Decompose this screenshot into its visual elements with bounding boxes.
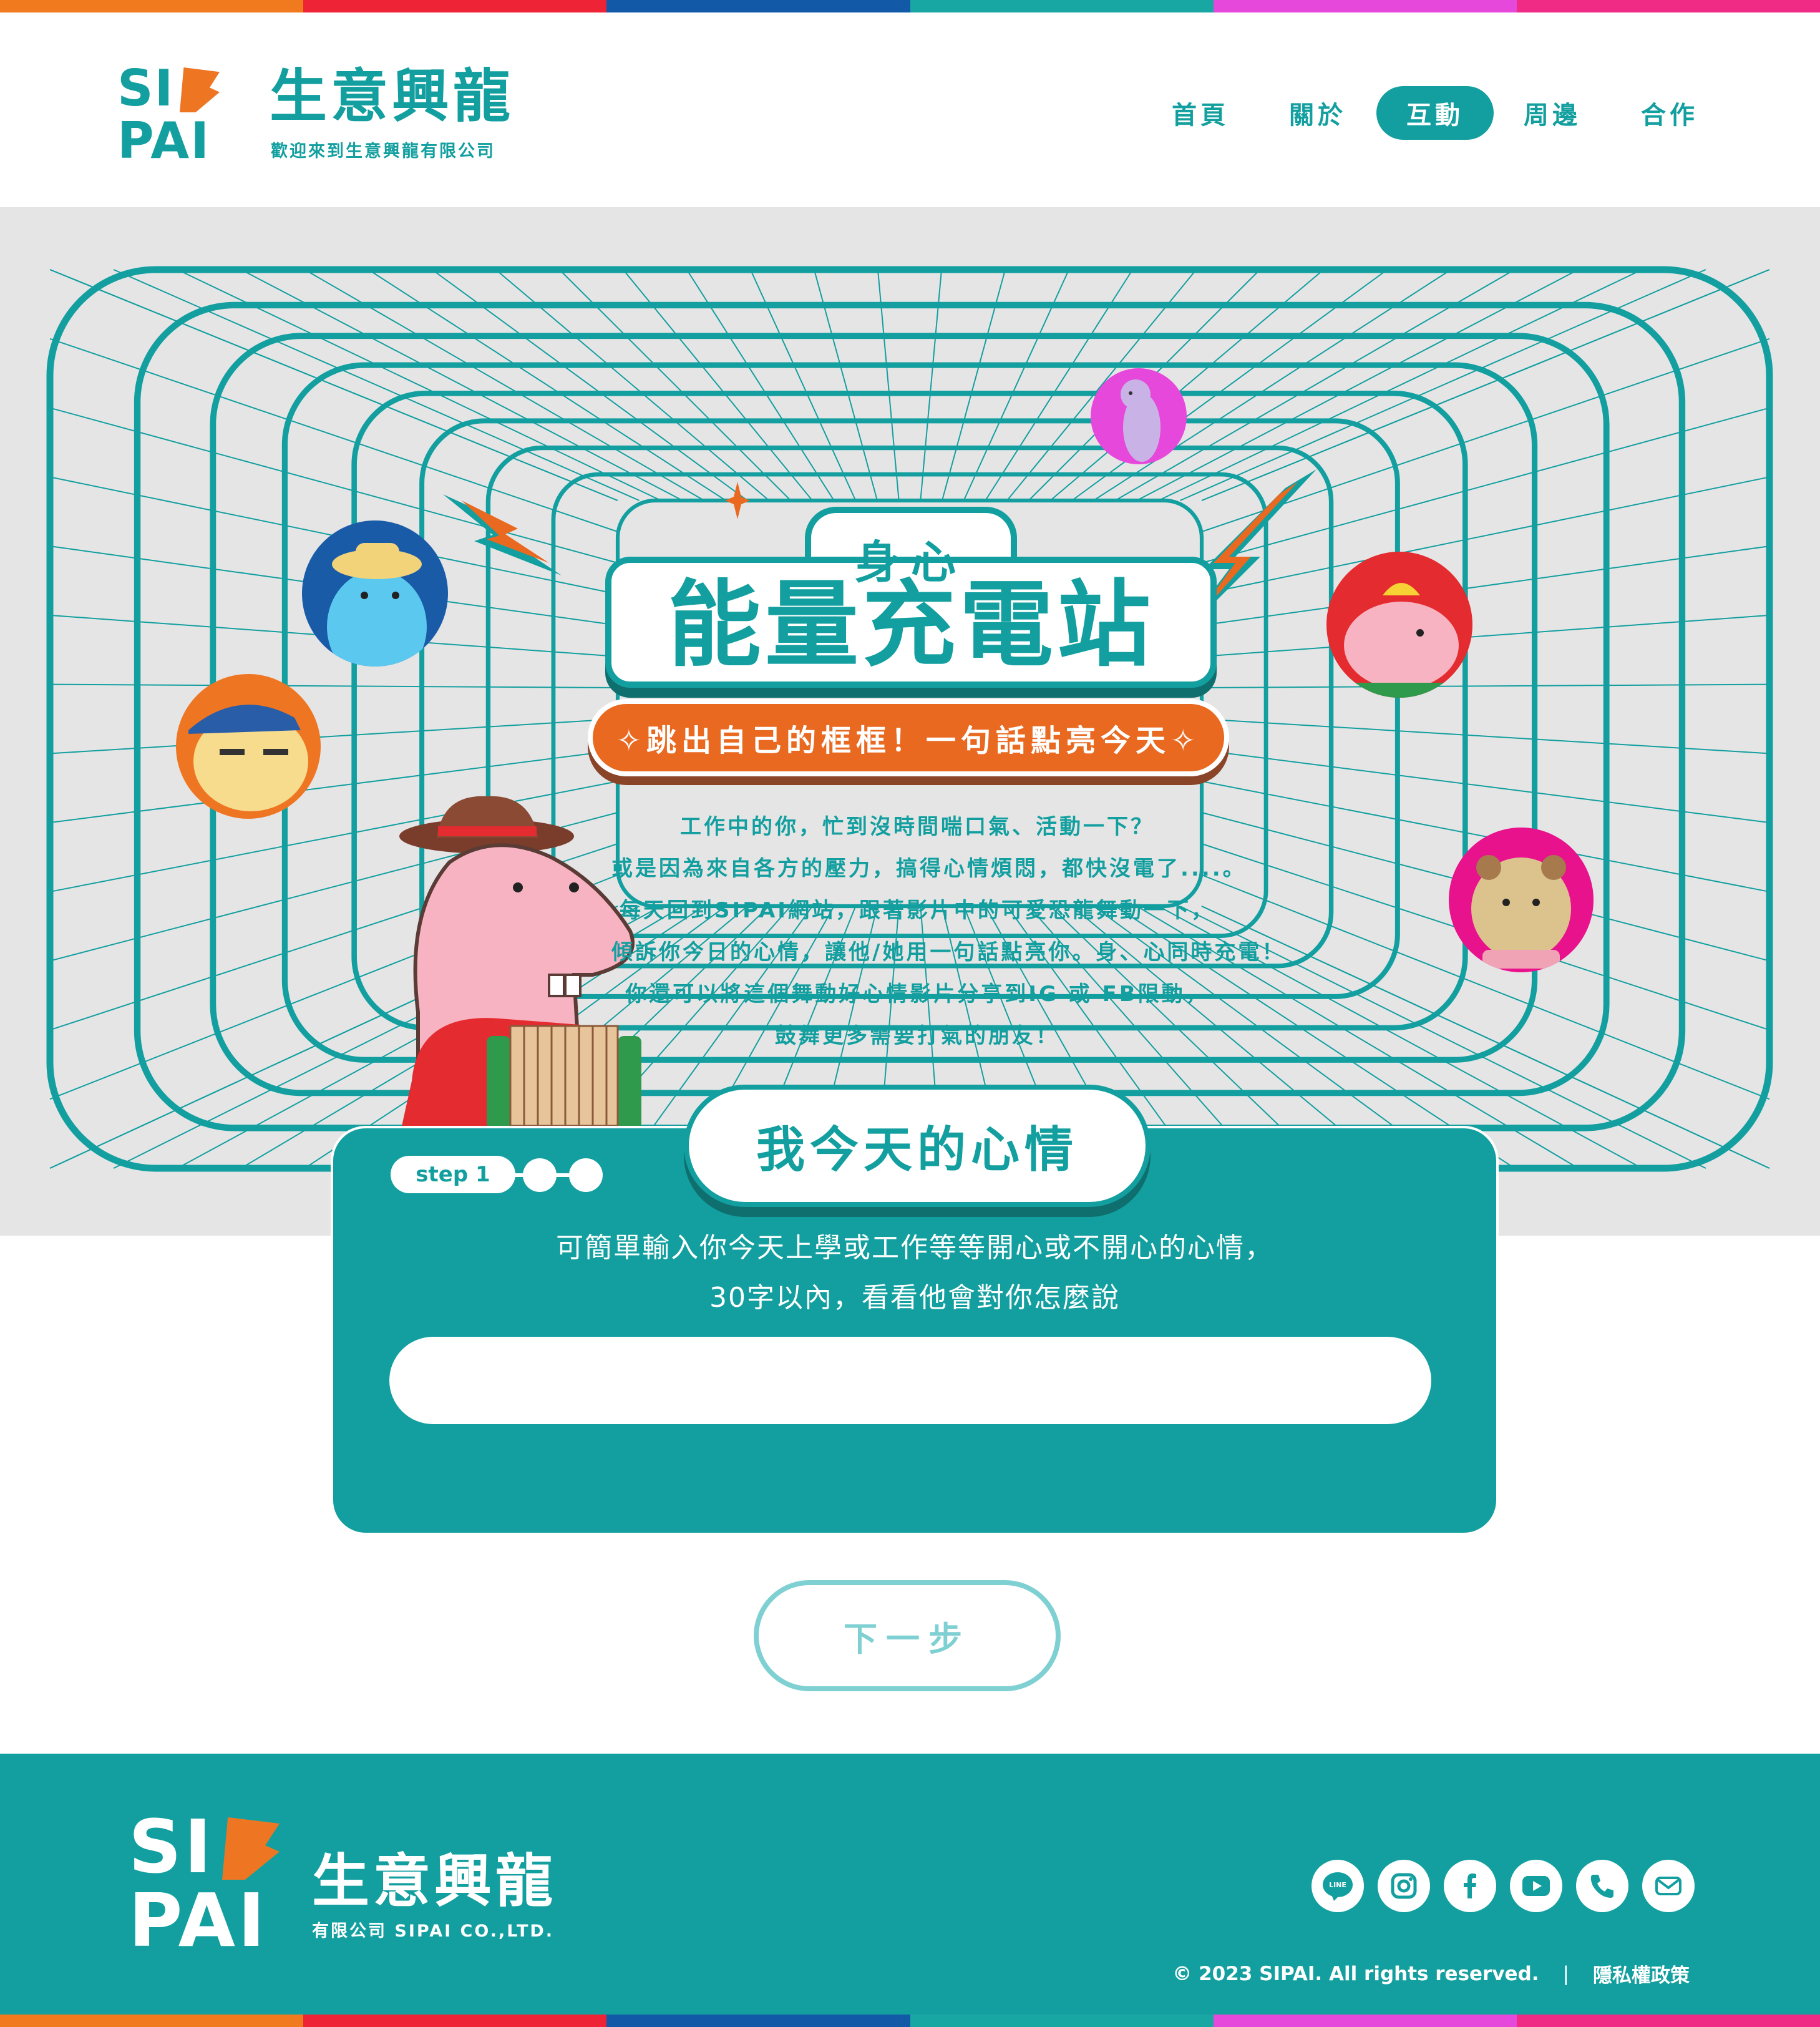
hero-slogan: ✧跳出自己的框框！一句話點亮今天✧	[588, 699, 1229, 776]
avatar-pink-dino	[1326, 552, 1472, 698]
stripe-segment	[303, 2015, 607, 2027]
hero-title-big: 能量充電站	[667, 571, 1154, 680]
main-nav: 首頁 關於 互動 周邊 合作	[1142, 86, 1728, 140]
intro-line: 傾訴你今日的心情，讓他/她用一句話點亮你。身、心同時充電！	[611, 940, 1286, 965]
stripe-segment	[1516, 0, 1820, 12]
stripe-segment	[606, 0, 910, 12]
stripe-segment	[1213, 0, 1517, 12]
logo-text-bottom: PAI	[117, 112, 210, 170]
nav-item-interactive[interactable]: 互動	[1376, 86, 1494, 140]
avatar-blue-dino	[302, 520, 448, 667]
line-icon-label: LINE	[1329, 1881, 1346, 1889]
top-color-stripe	[0, 0, 1820, 12]
intro-line: 工作中的你，忙到沒時間喘口氣、活動一下？	[680, 814, 1154, 839]
line-icon[interactable]: LINE	[1311, 1860, 1364, 1912]
step-dot-2	[523, 1158, 557, 1192]
instagram-icon[interactable]	[1378, 1860, 1430, 1912]
footer-sipai-logo: SI PAI	[129, 1810, 280, 1963]
hero-intro: 工作中的你，忙到沒時間喘口氣、活動一下？ 或是因為來自各方的壓力，搞得心情煩悶，…	[611, 806, 1286, 1057]
lightning-left-icon	[443, 494, 562, 575]
hero-title-card: 身心 能量充電站	[605, 507, 1217, 688]
sipai-logo[interactable]: SI PAI	[117, 62, 223, 175]
step-dot-3	[569, 1158, 603, 1192]
avatar-hamster	[1449, 828, 1594, 972]
mood-card-description: 可簡單輸入你今天上學或工作等等開心或不開心的心情， 30字以內，看看他會對你怎麼…	[331, 1223, 1499, 1323]
avatar-yellow-dino	[176, 674, 321, 819]
stripe-segment	[1516, 2015, 1820, 2027]
nav-item-about[interactable]: 關於	[1259, 86, 1376, 140]
footer-brand-subtitle: 有限公司 SIPAI CO.,LTD.	[312, 1922, 555, 1941]
intro-line: 鼓舞更多需要打氣的朋友！	[775, 1023, 1059, 1048]
privacy-policy-link[interactable]: 隱私權政策	[1593, 1960, 1690, 1988]
mood-card-title: 我今天的心情	[684, 1085, 1151, 1207]
facebook-icon[interactable]	[1444, 1860, 1496, 1912]
hero-section: 身心 能量充電站 ✧跳出自己的框框！一句話點亮今天✧ 工作中的你，忙到沒時間喘口…	[0, 207, 1820, 1236]
stripe-segment	[0, 2015, 304, 2027]
stripe-segment	[0, 0, 304, 12]
social-links: LINE	[1311, 1860, 1695, 1912]
nav-item-home[interactable]: 首頁	[1142, 86, 1259, 140]
description-line: 30字以內，看看他會對你怎麼說	[709, 1282, 1120, 1314]
intro-line: 每天回到SIPAI網站，跟著影片中的可愛恐龍舞動一下，	[620, 898, 1215, 923]
description-line: 可簡單輸入你今天上學或工作等等開心或不開心的心情，	[556, 1232, 1273, 1264]
footer-separator: |	[1562, 1962, 1569, 1985]
brand-title: 生意興龍	[270, 63, 515, 130]
bottom-color-stripe	[0, 2015, 1820, 2027]
youtube-icon[interactable]	[1510, 1860, 1562, 1912]
footer-copyright-bar: © 2023 SIPAI. All rights reserved. | 隱私權…	[1172, 1960, 1690, 1988]
avatar-purple-dino	[1091, 368, 1187, 464]
footer-logo-text-bottom: PAI	[129, 1877, 268, 1963]
site-footer: SI PAI 生意興龍 有限公司 SIPAI CO.,LTD. LINE © 2…	[0, 1754, 1820, 2015]
brand-subtitle: 歡迎來到生意興龍有限公司	[271, 142, 495, 161]
mood-input[interactable]	[389, 1337, 1431, 1424]
stripe-segment	[606, 2015, 910, 2027]
page: SI PAI 生意興龍 歡迎來到生意興龍有限公司 首頁 關於 互動 周邊 合作	[0, 0, 1820, 2027]
phone-icon[interactable]	[1576, 1860, 1628, 1912]
copyright-text: © 2023 SIPAI. All rights reserved.	[1172, 1962, 1539, 1985]
nav-item-cooperation[interactable]: 合作	[1611, 86, 1728, 140]
stripe-segment	[910, 2015, 1214, 2027]
intro-line: 你還可以將這個舞動好心情影片分享到IG 或 FB限動，	[625, 982, 1209, 1007]
stripe-segment	[1213, 2015, 1517, 2027]
step-indicator: step 1	[391, 1156, 515, 1193]
stripe-segment	[910, 0, 1214, 12]
intro-line: 或是因為來自各方的壓力，搞得心情煩悶，都快沒電了....。	[611, 856, 1247, 881]
next-step-button[interactable]: 下一步	[754, 1580, 1061, 1691]
nav-item-merch[interactable]: 周邊	[1494, 86, 1611, 140]
stripe-segment	[303, 0, 607, 12]
footer-brand-title: 生意興龍	[312, 1848, 557, 1915]
site-header: SI PAI 生意興龍 歡迎來到生意興龍有限公司 首頁 關於 互動 周邊 合作	[0, 12, 1820, 207]
mail-icon[interactable]	[1642, 1860, 1695, 1912]
